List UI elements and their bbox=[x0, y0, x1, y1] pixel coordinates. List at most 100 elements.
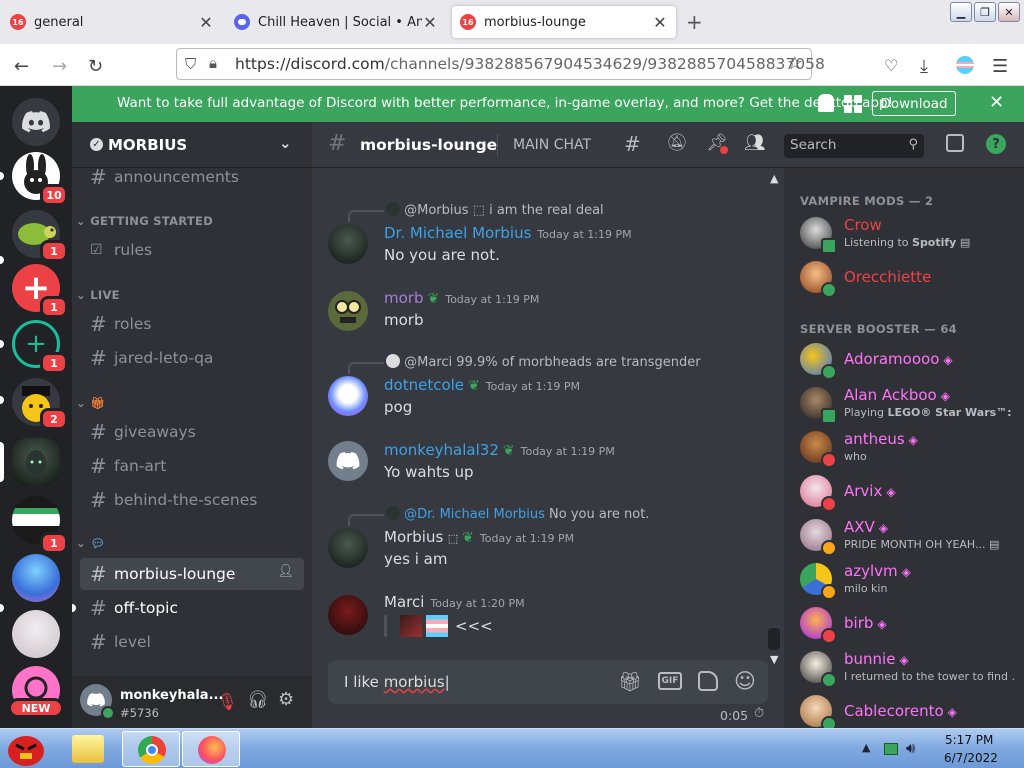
close-banner-icon[interactable]: ✕ bbox=[989, 92, 1004, 113]
bookmark-star-icon[interactable]: ☆ bbox=[787, 53, 803, 74]
clock-date[interactable]: 6/7/2022 bbox=[944, 751, 998, 765]
inbox-icon[interactable] bbox=[946, 134, 964, 152]
gear-icon[interactable]: ⚙ bbox=[278, 689, 294, 710]
category-getting-started[interactable]: ⌄ GETTING STARTED bbox=[76, 214, 213, 228]
download-button[interactable]: Download bbox=[872, 91, 956, 116]
channel-jared-leto-qa[interactable]: # jared-leto-qa bbox=[80, 342, 304, 374]
search-input[interactable]: Search ⚲ bbox=[784, 134, 924, 158]
member-item[interactable]: Orecchiette bbox=[800, 256, 1020, 298]
clock-time[interactable]: 5:17 PM bbox=[945, 733, 993, 747]
mute-mic-icon[interactable]: 🎙︎ bbox=[217, 692, 237, 711]
message[interactable]: morb ❦ Today at 1:19 PM morb bbox=[328, 289, 768, 339]
gif-icon[interactable]: GIF bbox=[658, 672, 682, 690]
message-author[interactable]: morb bbox=[384, 289, 423, 307]
create-invite-icon[interactable]: 👤︎ bbox=[277, 564, 294, 579]
headphones-icon[interactable]: 🎧︎ bbox=[247, 690, 269, 710]
server-icon-white-anime[interactable] bbox=[12, 610, 60, 658]
avatar[interactable] bbox=[328, 595, 368, 635]
message-author[interactable]: Dr. Michael Morbius bbox=[384, 224, 531, 242]
channel-off-topic[interactable]: # off-topic bbox=[80, 592, 304, 624]
address-bar[interactable]: ⛉ 🔒︎ https://discord.com/channels/938288… bbox=[176, 48, 825, 80]
chevron-down-icon[interactable]: ⌄ bbox=[279, 134, 292, 152]
channel-behind-the-scenes[interactable]: # behind-the-scenes bbox=[80, 484, 304, 516]
volume-icon[interactable]: 🔊︎ bbox=[906, 739, 915, 757]
channel-roles[interactable]: # roles bbox=[80, 308, 304, 340]
scroll-up-arrow-icon[interactable]: ▲ bbox=[770, 172, 778, 185]
reply-preview[interactable]: @Marci 99.9% of morbheads are transgende… bbox=[386, 354, 701, 370]
emoji-icon[interactable]: ☺ bbox=[734, 669, 756, 693]
download-icon[interactable]: ⤓ bbox=[920, 56, 928, 77]
minimize-window-button[interactable]: ▁ bbox=[950, 2, 972, 22]
browser-tab-morbius-lounge[interactable]: 16 morbius-lounge ✕ bbox=[452, 6, 676, 38]
back-arrow-icon[interactable]: ← bbox=[14, 56, 29, 77]
forward-arrow-icon[interactable]: → bbox=[52, 56, 67, 77]
avatar[interactable] bbox=[328, 291, 368, 331]
message[interactable]: @Morbius ⬚ i am the real deal Dr. Michae… bbox=[328, 200, 768, 270]
message[interactable]: Marci Today at 1:20 PM <<< bbox=[328, 593, 768, 643]
category-gift[interactable]: ⌄ 🎁︎ bbox=[76, 396, 105, 410]
message-author[interactable]: monkeyhalal32 bbox=[384, 441, 499, 459]
pocket-icon[interactable]: ♡ bbox=[884, 56, 898, 75]
reply-preview[interactable]: @Dr. Michael Morbius No you are not. bbox=[386, 506, 649, 522]
discord-home-icon[interactable] bbox=[12, 98, 60, 146]
taskbar-firefox-button[interactable] bbox=[182, 731, 240, 767]
menu-hamburger-icon[interactable]: ☰ bbox=[992, 56, 1008, 77]
avatar[interactable] bbox=[328, 528, 368, 568]
new-tab-button[interactable]: + bbox=[686, 10, 703, 34]
browser-tab-chill-heaven[interactable]: Chill Heaven | Social • Anime ✕ bbox=[226, 6, 446, 38]
member-item[interactable]: Arvix ◈ bbox=[800, 470, 1020, 512]
gift-icon[interactable]: 🎁︎ bbox=[618, 670, 642, 693]
close-window-button[interactable]: ✕ bbox=[998, 2, 1020, 22]
reply-preview[interactable]: @Morbius ⬚ i am the real deal bbox=[386, 202, 604, 218]
browser-tab-general[interactable]: 16 general ✕ bbox=[2, 6, 222, 38]
battery-icon[interactable] bbox=[884, 743, 898, 755]
message-author[interactable]: dotnetcole bbox=[384, 376, 464, 394]
category-chat[interactable]: ⌄ 💬︎ bbox=[76, 536, 105, 550]
close-tab-icon[interactable]: ✕ bbox=[198, 13, 214, 32]
search-icon[interactable]: ⚲ bbox=[908, 137, 918, 152]
avatar[interactable] bbox=[328, 376, 368, 416]
member-item[interactable]: Adoramoooo ◈ bbox=[800, 338, 1020, 380]
tray-expand-icon[interactable]: ▲ bbox=[862, 741, 870, 754]
avatar[interactable] bbox=[328, 224, 368, 264]
folder-icon[interactable] bbox=[72, 735, 104, 763]
close-tab-icon[interactable]: ✕ bbox=[422, 13, 438, 32]
server-icon-anime[interactable] bbox=[12, 554, 60, 602]
profile-avatar-icon[interactable] bbox=[956, 56, 974, 74]
message[interactable]: monkeyhalal32 ❦ Today at 1:19 PM Yo wahts … bbox=[328, 441, 768, 491]
member-item[interactable]: bunnie ◈ I returned to the tower to find … bbox=[800, 646, 1020, 688]
channel-fan-art[interactable]: # fan-art bbox=[80, 450, 304, 482]
member-list-icon[interactable]: 👥︎ bbox=[744, 133, 766, 153]
scrollbar-thumb[interactable] bbox=[768, 628, 780, 650]
member-item[interactable]: Cablecorento ◈ bbox=[800, 690, 1020, 732]
channel-giveaways[interactable]: # giveaways bbox=[80, 416, 304, 448]
maximize-window-button[interactable]: ❐ bbox=[974, 2, 996, 22]
message[interactable]: @Dr. Michael Morbius No you are not. Mor… bbox=[328, 504, 768, 574]
message-input[interactable]: I like morbius| 🎁︎ GIF ☺ bbox=[328, 660, 768, 704]
member-item[interactable]: azylvm ◈ milo kin bbox=[800, 558, 1020, 600]
avatar[interactable] bbox=[328, 441, 368, 481]
message-author[interactable]: Morbius bbox=[384, 528, 443, 546]
member-item[interactable]: Crow Listening to Spotify ▤ bbox=[800, 212, 1020, 254]
member-item[interactable]: birb ◈ bbox=[800, 602, 1020, 644]
message[interactable]: @Marci 99.9% of morbheads are transgende… bbox=[328, 352, 768, 422]
member-item[interactable]: antheus ◈ who bbox=[800, 426, 1020, 468]
help-icon[interactable]: ? bbox=[986, 134, 1006, 154]
muted-bell-icon[interactable]: 🔕︎ bbox=[666, 133, 688, 153]
server-icon-morbius[interactable] bbox=[12, 438, 60, 486]
close-tab-icon[interactable]: ✕ bbox=[652, 13, 668, 32]
scroll-down-arrow-icon[interactable]: ▼ bbox=[770, 653, 778, 666]
sticker-icon[interactable] bbox=[698, 671, 718, 691]
member-item[interactable]: AXV ◈ PRIDE MONTH OH YEAH... ▤ bbox=[800, 514, 1020, 556]
channel-rules[interactable]: ☑ rules bbox=[80, 234, 304, 266]
category-live[interactable]: ⌄ LIVE bbox=[76, 288, 120, 302]
lock-icon[interactable]: 🔒︎ bbox=[209, 54, 217, 72]
threads-icon[interactable]: # bbox=[624, 132, 641, 156]
taskbar-chrome-button[interactable] bbox=[122, 731, 180, 767]
member-item[interactable]: Alan Ackboo◈ Playing LEGO® Star Wars™: T… bbox=[800, 382, 1020, 424]
start-button[interactable] bbox=[4, 731, 48, 767]
message-author[interactable]: Marci bbox=[384, 593, 424, 611]
channel-announcements[interactable]: # announcements bbox=[80, 161, 304, 193]
shield-icon[interactable]: ⛉ bbox=[185, 55, 196, 73]
reload-icon[interactable]: ↻ bbox=[88, 56, 103, 77]
